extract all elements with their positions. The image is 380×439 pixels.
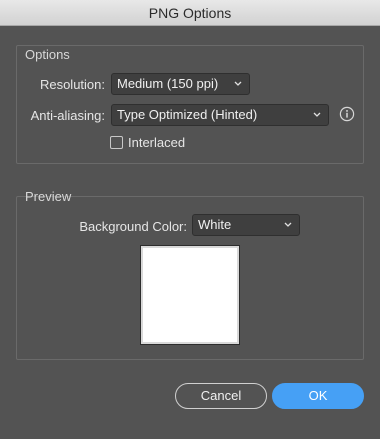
anti-aliasing-label: Anti-aliasing:	[30, 108, 105, 123]
chevron-down-icon	[234, 81, 242, 86]
info-circle-icon[interactable]	[339, 106, 355, 122]
interlaced-checkbox[interactable]	[110, 136, 123, 149]
ok-button[interactable]: OK	[272, 383, 364, 409]
resolution-value: Medium (150 ppi)	[117, 76, 219, 91]
chevron-down-icon	[313, 112, 321, 117]
resolution-dropdown[interactable]: Medium (150 ppi)	[111, 73, 250, 95]
preview-group-title: Preview	[25, 189, 72, 204]
anti-aliasing-dropdown[interactable]: Type Optimized (Hinted)	[111, 104, 329, 126]
background-color-value: White	[198, 217, 232, 232]
chevron-down-icon	[284, 222, 292, 227]
options-group-title: Options	[25, 47, 70, 62]
preview-swatch-fill	[145, 250, 235, 340]
background-color-label: Background Color:	[79, 219, 187, 234]
cancel-button[interactable]: Cancel	[175, 383, 267, 409]
dialog-title: PNG Options	[148, 5, 232, 21]
resolution-label: Resolution:	[39, 77, 105, 92]
interlaced-label: Interlaced	[128, 135, 186, 150]
preview-swatch	[140, 245, 240, 345]
background-color-dropdown[interactable]: White	[192, 214, 300, 236]
anti-aliasing-value: Type Optimized (Hinted)	[117, 107, 258, 122]
png-options-dialog: PNG Options Options Resolution: Medium (…	[0, 0, 380, 439]
title-bar: PNG Options	[0, 0, 380, 26]
